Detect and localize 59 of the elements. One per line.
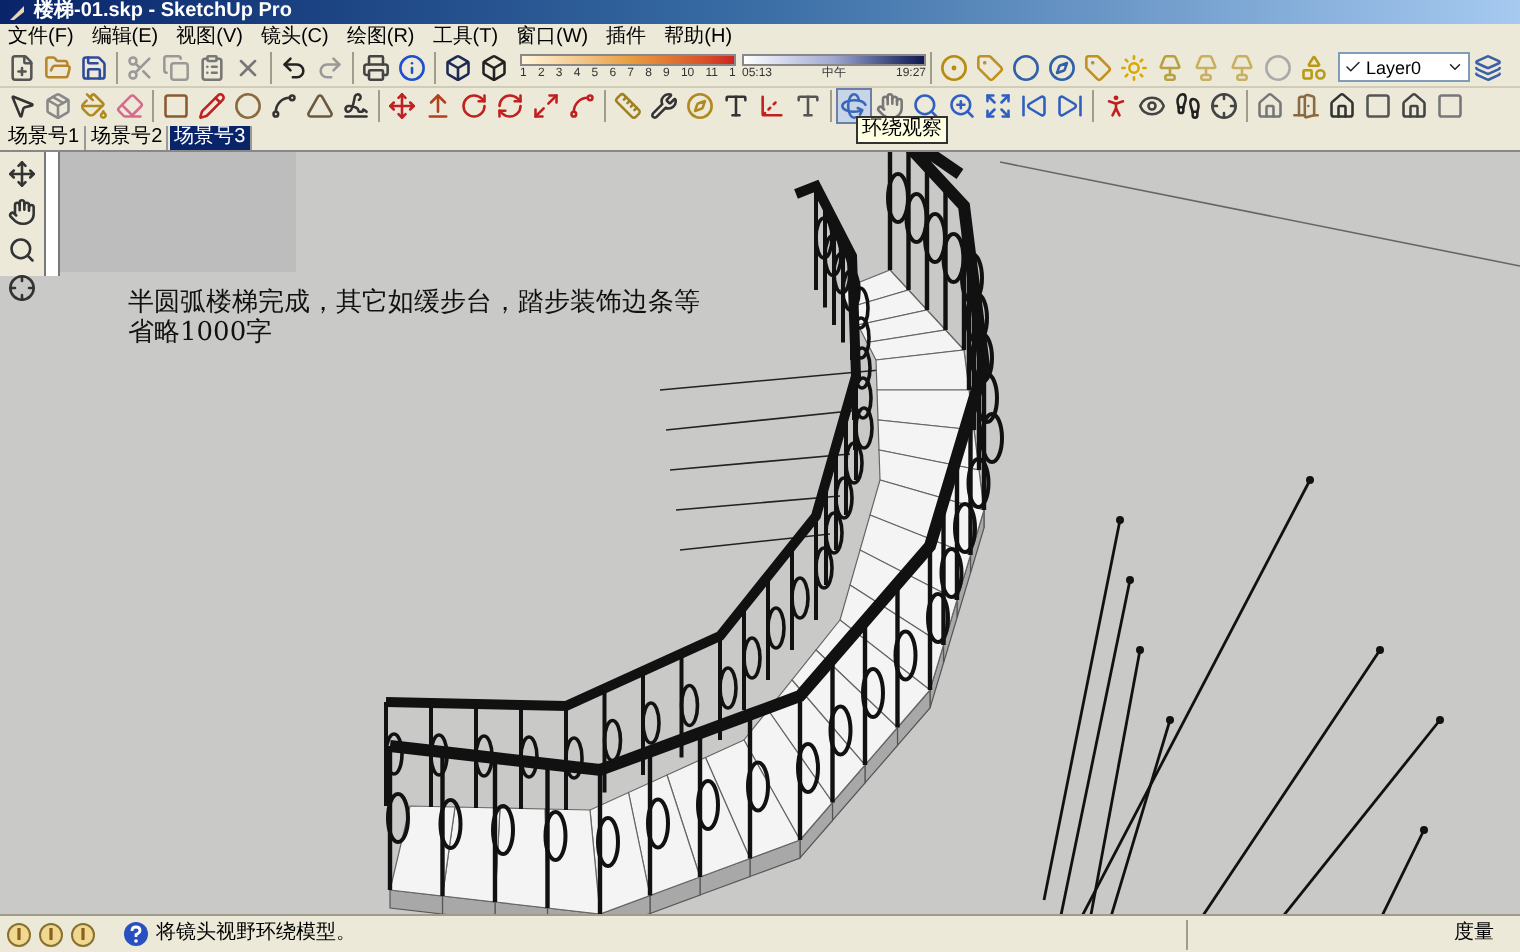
check-icon [1344,58,1362,76]
tooltip: 环绕观察 [856,116,948,144]
ruler [44,152,60,276]
annotation-text: 半圆弧楼梯完成，其它如缓步台，踏步装饰边条等省略1000字 [128,288,702,348]
move-icon[interactable] [384,88,420,124]
dimension-icon[interactable] [646,88,682,124]
menu-item[interactable]: 帮助(H) [664,26,733,48]
side-view-icon[interactable] [1432,88,1468,124]
menu-item[interactable]: 插件 [606,26,647,48]
move-tool-icon[interactable] [4,156,40,192]
info-icon[interactable] [394,49,430,85]
offset-icon[interactable] [564,88,600,124]
shadow-box-icon[interactable] [440,49,476,85]
crosshair-icon[interactable] [1206,88,1242,124]
menu-item[interactable]: 镜头(C) [260,26,329,48]
status-hint: 将镜头视野环绕模型。 [156,922,356,946]
scene-tab[interactable]: 场景号3 [170,126,252,150]
polygon-icon[interactable] [302,88,338,124]
printer-icon[interactable] [358,49,394,85]
top-view-icon[interactable] [1360,88,1396,124]
status-info-icon[interactable] [6,921,32,947]
house-iso-icon[interactable] [1252,88,1288,124]
circle-icon[interactable] [230,88,266,124]
rectangle-icon[interactable] [158,88,194,124]
freehand-icon[interactable] [338,88,374,124]
arc-icon[interactable] [266,88,302,124]
help-icon[interactable] [122,920,150,948]
status-credit-icon[interactable] [38,921,64,947]
zoom-window-icon[interactable] [944,88,980,124]
layer-dropdown[interactable]: Layer0 [1338,52,1470,82]
scale-icon[interactable] [528,88,564,124]
caret-icon [1446,58,1464,76]
menu-item[interactable]: 绘图(R) [346,26,415,48]
door-icon[interactable] [1288,88,1324,124]
app-icon [8,3,26,21]
menu-item[interactable]: 文件(F) [8,26,74,48]
zoom-tool-icon[interactable] [4,232,40,268]
compass-icon[interactable] [1044,49,1080,85]
zoom-extents-icon[interactable] [980,88,1016,124]
shade-box-icon[interactable] [476,49,512,85]
house-outline-icon[interactable] [1396,88,1432,124]
house-front-icon[interactable] [1324,88,1360,124]
measurements-label: 度量 [1452,922,1496,946]
status-user-icon[interactable] [70,921,96,947]
pencil-icon[interactable] [194,88,230,124]
globe-icon[interactable] [1008,49,1044,85]
menu-item[interactable]: 窗口(W) [516,26,589,48]
date-slider-track[interactable] [520,53,736,65]
menu-item[interactable]: 工具(T) [432,26,499,48]
layers-icon[interactable] [1470,49,1506,85]
footprints-icon[interactable] [1170,88,1206,124]
target-tool-icon[interactable] [4,270,40,306]
rotate-icon[interactable] [456,88,492,124]
viewport[interactable]: 半圆弧楼梯完成，其它如缓步台，踏步装饰边条等省略1000字 [0,150,1520,914]
time-slider-track[interactable] [742,53,926,65]
menu-item[interactable]: 视图(V) [176,26,243,48]
follow-icon[interactable] [492,88,528,124]
hand-tool-icon[interactable] [4,194,40,230]
menu-item[interactable]: 编辑(E) [91,26,159,48]
